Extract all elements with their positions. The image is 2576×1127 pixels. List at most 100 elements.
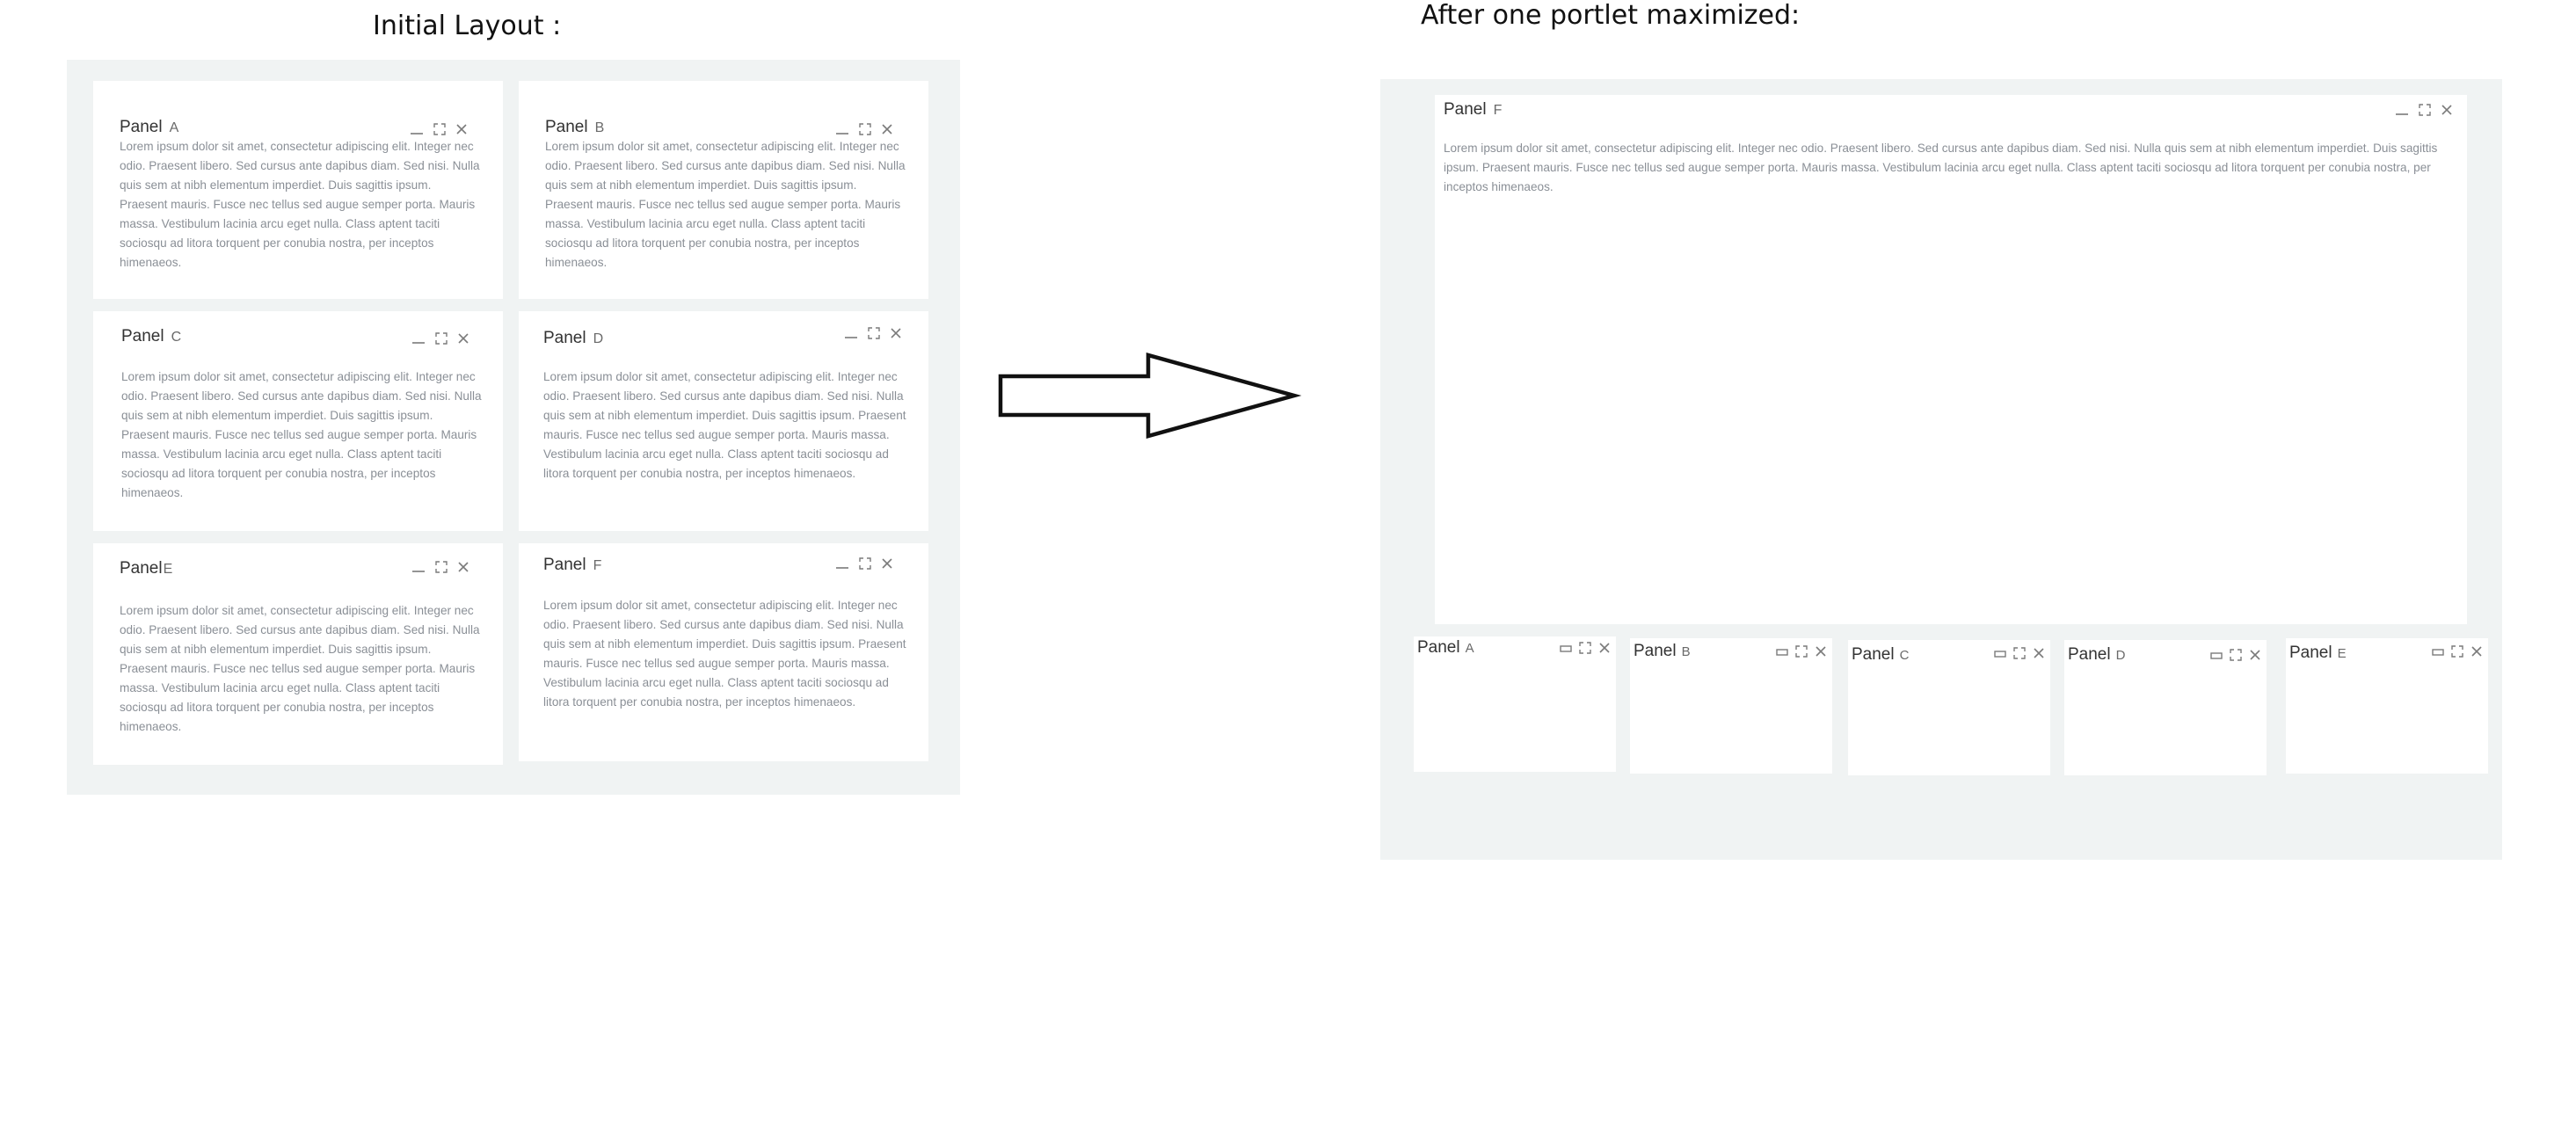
panel-controls — [2395, 104, 2453, 116]
panel-letter: E — [2337, 646, 2347, 661]
maximize-icon[interactable] — [868, 327, 880, 339]
close-icon[interactable] — [1598, 642, 1611, 654]
maximize-icon[interactable] — [859, 557, 871, 570]
panel-e-minimized: Panel E — [2286, 638, 2488, 774]
panel-d: Panel D Lorem ipsum dolor sit amet, conse… — [519, 311, 928, 531]
panel-title: Panel A — [1417, 638, 1474, 658]
maximized-layout-board: Panel F Lorem ipsum dolor sit amet, conse… — [1380, 79, 2502, 860]
panel-controls — [835, 123, 893, 135]
initial-layout-board: Panel A Lorem ipsum dolor sit amet, conse… — [67, 60, 960, 795]
after-maximized-caption: After one portlet maximized: — [1421, 0, 1801, 31]
minimize-icon[interactable] — [411, 332, 426, 345]
close-icon[interactable] — [1815, 645, 1827, 658]
panel-body: Lorem ipsum dolor sit amet, consectetur … — [120, 140, 480, 269]
panel-a: Panel A Lorem ipsum dolor sit amet, conse… — [93, 81, 503, 299]
panel-title: Panel A — [120, 118, 178, 137]
minimize-icon[interactable] — [410, 123, 424, 135]
panel-body: Lorem ipsum dolor sit amet, consectetur … — [543, 599, 906, 709]
right-arrow-icon — [998, 353, 1302, 439]
panel-body: Lorem ipsum dolor sit amet, consectetur … — [120, 604, 480, 733]
panel-b-minimized: Panel B — [1630, 638, 1832, 774]
initial-layout-caption: Initial Layout : — [373, 11, 562, 41]
panel-title: Panel F — [543, 556, 601, 575]
minimize-icon[interactable] — [411, 561, 426, 573]
panel-controls — [1776, 645, 1827, 658]
maximize-icon[interactable] — [435, 332, 448, 345]
panel-body: Lorem ipsum dolor sit amet, consectetur … — [543, 370, 906, 480]
panel-c-minimized: Panel C — [1848, 640, 2050, 775]
panel-body: Lorem ipsum dolor sit amet, consectetur … — [121, 370, 482, 499]
restore-icon[interactable] — [1776, 645, 1788, 658]
close-icon[interactable] — [881, 557, 893, 570]
panel-controls — [411, 332, 469, 345]
close-icon[interactable] — [457, 561, 469, 573]
restore-icon[interactable] — [2210, 649, 2223, 661]
panel-word: Panel — [1417, 638, 1460, 657]
panel-word: Panel — [120, 559, 163, 578]
panel-word: Panel — [543, 556, 586, 574]
panel-title: Panel C — [1852, 645, 1909, 665]
panel-word: Panel — [2068, 645, 2111, 664]
maximize-icon[interactable] — [433, 123, 446, 135]
panel-controls — [410, 123, 468, 135]
maximize-icon[interactable] — [2419, 104, 2431, 116]
panel-title: Panel D — [543, 329, 603, 348]
maximize-icon[interactable] — [2013, 647, 2026, 659]
panel-word: Panel — [120, 118, 163, 136]
close-icon[interactable] — [457, 332, 469, 345]
panel-controls — [835, 557, 893, 570]
panel-letter: F — [1493, 103, 1503, 118]
panel-a-minimized: Panel A — [1414, 636, 1616, 772]
panel-word: Panel — [545, 118, 588, 136]
panel-f-maximized: Panel F Lorem ipsum dolor sit amet, conse… — [1435, 95, 2467, 624]
panel-letter: B — [1681, 644, 1691, 659]
panel-letter: A — [169, 120, 179, 135]
restore-icon[interactable] — [2432, 645, 2444, 658]
restore-icon[interactable] — [1994, 647, 2006, 659]
panel-letter: E — [163, 562, 173, 577]
maximize-icon[interactable] — [2451, 645, 2463, 658]
close-icon[interactable] — [2441, 104, 2453, 116]
maximize-icon[interactable] — [2230, 649, 2242, 661]
minimize-icon[interactable] — [2395, 104, 2409, 116]
panel-body: Lorem ipsum dolor sit amet, consectetur … — [545, 140, 906, 269]
panel-controls — [411, 561, 469, 573]
close-icon[interactable] — [890, 327, 902, 339]
restore-icon[interactable] — [1560, 642, 1572, 654]
close-icon[interactable] — [455, 123, 468, 135]
panel-title: Panel B — [1634, 642, 1691, 661]
panel-title: Panel C — [121, 327, 181, 346]
panel-controls — [1994, 647, 2045, 659]
close-icon[interactable] — [2470, 645, 2483, 658]
panel-controls — [2210, 649, 2261, 661]
panel-word: Panel — [1852, 645, 1895, 664]
minimize-icon[interactable] — [835, 557, 849, 570]
panel-letter: B — [594, 120, 605, 135]
close-icon[interactable] — [881, 123, 893, 135]
panel-word: Panel — [2289, 643, 2332, 662]
panel-word: Panel — [121, 327, 164, 345]
panel-c: Panel C Lorem ipsum dolor sit amet, conse… — [93, 311, 503, 531]
panel-title: Panel E — [2289, 643, 2347, 663]
maximize-icon[interactable] — [1579, 642, 1591, 654]
panel-body: Lorem ipsum dolor sit amet, consectetur … — [1444, 142, 2438, 193]
maximize-icon[interactable] — [1795, 645, 1808, 658]
panel-title: Panel F — [1444, 100, 1502, 120]
panel-controls — [2432, 645, 2483, 658]
panel-controls — [1560, 642, 1611, 654]
minimize-icon[interactable] — [844, 327, 858, 339]
panel-word: Panel — [543, 329, 586, 347]
panel-d-minimized: Panel D — [2064, 640, 2267, 775]
maximize-icon[interactable] — [859, 123, 871, 135]
panel-e: PanelE Lorem ipsum dolor sit amet, conse… — [93, 543, 503, 765]
panel-title: Panel D — [2068, 645, 2125, 665]
minimize-icon[interactable] — [835, 123, 849, 135]
panel-letter: C — [1899, 648, 1910, 663]
panel-letter: C — [171, 330, 182, 345]
panel-title: Panel B — [545, 118, 604, 137]
maximize-icon[interactable] — [435, 561, 448, 573]
close-icon[interactable] — [2033, 647, 2045, 659]
panel-controls — [844, 327, 902, 339]
close-icon[interactable] — [2249, 649, 2261, 661]
panel-word: Panel — [1634, 642, 1677, 660]
